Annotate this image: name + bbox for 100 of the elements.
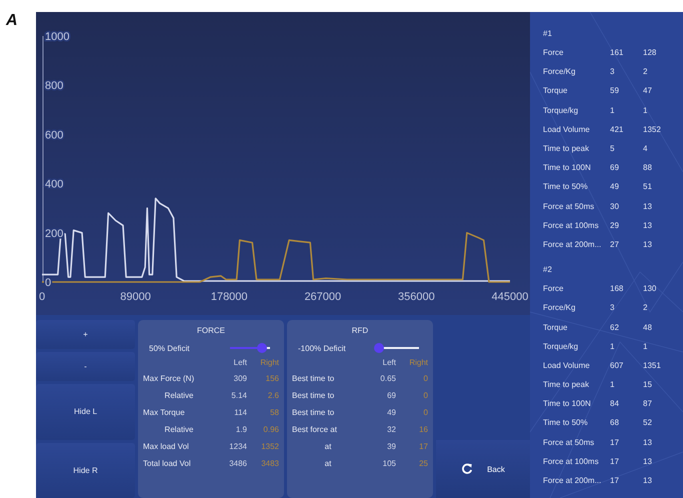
left-value: 114 [233,408,247,417]
result-value: 27 [610,240,620,249]
result-value: 1 [610,106,616,115]
row-label: Best time to [292,374,336,383]
control-button[interactable]: Hide L [36,384,135,440]
result-value: 3 [610,67,616,76]
result-value: 62 [610,322,620,332]
column-header: Right [408,358,428,367]
back-button[interactable]: Back [436,440,530,498]
slider-label: 50% Deficit [149,344,190,352]
result-value: 130 [643,284,658,294]
group-title: #1 [543,28,553,40]
result-label: Force at 50ms [543,438,596,447]
control-button[interactable]: Hide R [36,442,135,498]
result-value: 128 [643,48,658,58]
result-value: 607 [610,360,624,370]
left-value: 3486 [228,459,247,468]
right-value: 0.96 [262,425,279,434]
result-value: 13 [643,202,653,211]
result-label: Force at 200m... [543,240,602,249]
result-value: 1 [610,342,616,351]
panel-title: FORCE [196,326,226,335]
right-value: 58 [269,408,279,417]
result-value: 47 [643,86,653,96]
right-value: 0 [422,374,428,383]
x-tick-label: 356000 [398,291,435,303]
result-value: 30 [610,202,620,211]
row-label: Relative [164,391,194,400]
result-value: 52 [643,418,653,428]
result-value: 168 [610,284,624,294]
result-value: 3 [610,303,616,312]
y-tick-label: 800 [45,80,64,92]
column-header: Left [382,358,396,367]
result-value: 17 [610,438,620,447]
panel-title: RFD [350,326,370,335]
result-value: 48 [643,322,653,332]
result-label: Torque [543,86,568,96]
left-value: 49 [386,408,396,417]
result-label: Force/Kg [543,67,576,76]
right-value: 25 [418,459,428,468]
result-value: 2 [643,303,648,312]
right-value: 2.6 [266,391,279,400]
row-label: Best force at [292,425,338,434]
left-value: 0.65 [379,374,396,383]
row-label: at [324,459,332,468]
right-value: 1352 [260,442,279,451]
left-value: 1234 [228,442,247,451]
row-label: Max Torque [143,408,186,417]
right-value: 0 [422,391,428,400]
refresh-icon [461,463,474,475]
result-label: Time to 100N [543,163,592,172]
result-value: 2 [643,67,648,76]
left-value: 69 [386,391,396,400]
result-value: 49 [610,182,620,192]
control-button[interactable]: - [36,352,135,381]
result-value: 13 [643,476,653,486]
right-value: 3483 [260,459,279,468]
result-label: Time to 50% [543,182,589,192]
result-label: Load Volume [543,360,591,370]
y-tick-label: 1000 [45,31,70,43]
result-value: 17 [610,476,620,486]
result-label: Torque [543,322,568,332]
result-label: Time to peak [543,144,590,154]
group-title: #2 [543,264,553,276]
result-value: 5 [610,144,616,154]
right-value: 156 [264,374,279,383]
x-tick-label: 267000 [304,291,342,303]
right-value: 16 [418,425,428,434]
column-header: Left [232,358,247,367]
result-label: Torque/kg [543,106,580,115]
result-label: Time to 100N [543,399,592,408]
result-value: 1 [643,342,648,351]
control-button[interactable]: + [36,320,135,349]
result-value: 69 [610,163,620,172]
result-value: 59 [610,86,620,96]
result-label: Time to 50% [543,418,589,428]
result-value: 161 [610,48,624,58]
result-value: 13 [643,220,653,230]
result-label: Time to peak [543,380,590,390]
result-label: Force [543,48,564,58]
result-label: Torque/kg [543,342,580,351]
result-value: 17 [610,456,620,466]
result-label: Load Volume [543,124,591,134]
result-value: 87 [643,399,653,408]
row-label: Total load Vol [143,459,192,468]
result-value: 13 [643,456,653,466]
y-tick-label: 400 [45,178,64,191]
x-tick-label: 178000 [210,291,248,303]
row-label: Max load Vol [143,442,190,451]
result-value: 84 [610,399,620,408]
result-value: 13 [643,240,653,249]
left-value: 32 [386,425,396,434]
result-label: Force at 100ms [543,456,600,466]
result-label: Force [543,284,564,294]
y-tick-label: 600 [45,129,64,142]
x-tick-label: 0 [38,291,46,303]
row-label: at [324,442,332,451]
result-value: 1 [643,106,648,115]
result-value: 1351 [643,360,662,370]
right-value: 17 [418,442,428,451]
